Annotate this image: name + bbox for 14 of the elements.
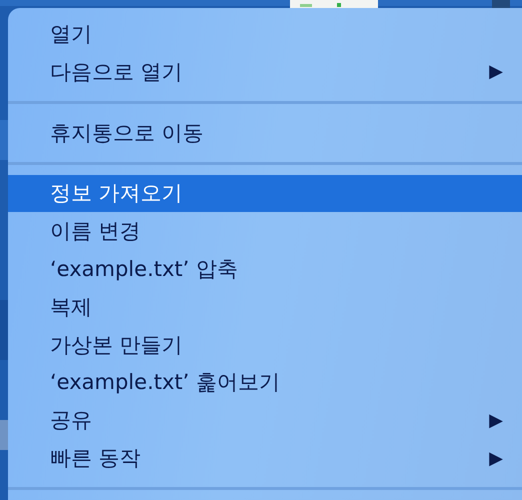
menu-item[interactable]: 가상본 만들기 bbox=[8, 326, 522, 364]
menu-item[interactable]: ‘example.txt’ 압축 bbox=[8, 250, 522, 288]
submenu-arrow-icon: ▶ bbox=[489, 410, 503, 431]
menu-item[interactable]: 이름 변경 bbox=[8, 212, 522, 250]
submenu-arrow-icon: ▶ bbox=[489, 61, 503, 82]
menu-item[interactable]: 열기 bbox=[8, 15, 522, 53]
menu-item[interactable]: 복제 bbox=[8, 288, 522, 326]
menu-item[interactable]: 정보 가져오기 bbox=[8, 174, 522, 212]
menu-item[interactable]: 빠른 동작 ▶ bbox=[8, 439, 522, 477]
menu-item[interactable]: 휴지통으로 이동 bbox=[8, 114, 522, 152]
menu-item[interactable]: 공유 ▶ bbox=[8, 401, 522, 440]
submenu-arrow-icon: ▶ bbox=[489, 448, 503, 469]
menu-item[interactable]: 다음으로 열기 ▶ bbox=[8, 52, 522, 91]
menu-item[interactable]: ‘example.txt’ 훑어보기 bbox=[8, 364, 522, 402]
